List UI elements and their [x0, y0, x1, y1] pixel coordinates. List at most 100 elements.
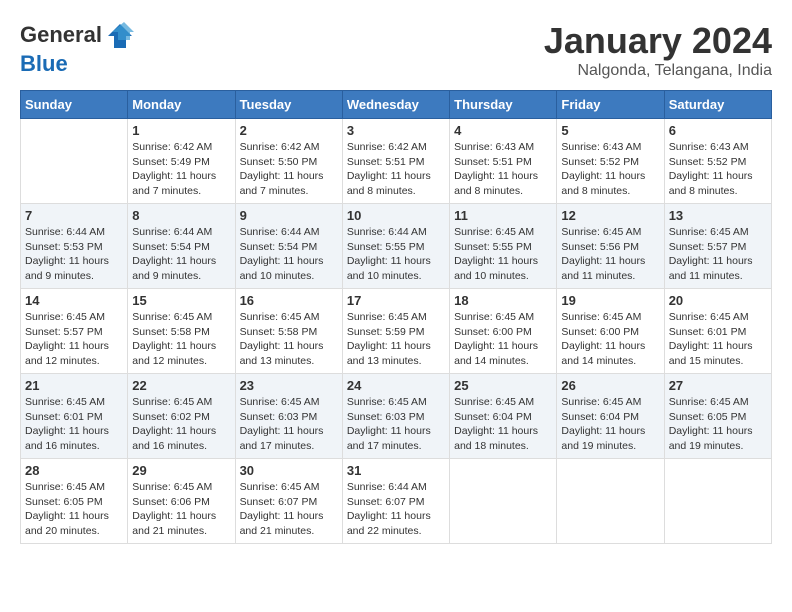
header-day-saturday: Saturday	[664, 91, 771, 119]
day-detail: Sunrise: 6:42 AM Sunset: 5:51 PM Dayligh…	[347, 140, 445, 199]
day-number: 5	[561, 123, 659, 138]
calendar-cell	[664, 459, 771, 544]
day-detail: Sunrise: 6:45 AM Sunset: 5:58 PM Dayligh…	[240, 310, 338, 369]
calendar-body: 1Sunrise: 6:42 AM Sunset: 5:49 PM Daylig…	[21, 119, 772, 544]
calendar-table: SundayMondayTuesdayWednesdayThursdayFrid…	[20, 90, 772, 544]
header-day-thursday: Thursday	[450, 91, 557, 119]
day-detail: Sunrise: 6:42 AM Sunset: 5:49 PM Dayligh…	[132, 140, 230, 199]
calendar-cell: 30 Sunrise: 6:45 AM Sunset: 6:07 PM Dayli…	[235, 459, 342, 544]
calendar-cell: 27 Sunrise: 6:45 AM Sunset: 6:05 PM Dayli…	[664, 374, 771, 459]
day-detail: Sunrise: 6:45 AM Sunset: 6:07 PM Dayligh…	[240, 480, 338, 539]
day-number: 22	[132, 378, 230, 393]
day-detail: Sunrise: 6:45 AM Sunset: 5:55 PM Dayligh…	[454, 225, 552, 284]
day-number: 31	[347, 463, 445, 478]
calendar-cell: 20 Sunrise: 6:45 AM Sunset: 6:01 PM Dayli…	[664, 289, 771, 374]
day-detail: Sunrise: 6:45 AM Sunset: 6:01 PM Dayligh…	[25, 395, 123, 454]
day-detail: Sunrise: 6:44 AM Sunset: 5:54 PM Dayligh…	[240, 225, 338, 284]
logo-icon	[104, 20, 136, 52]
day-detail: Sunrise: 6:45 AM Sunset: 6:03 PM Dayligh…	[347, 395, 445, 454]
calendar-cell: 21 Sunrise: 6:45 AM Sunset: 6:01 PM Dayli…	[21, 374, 128, 459]
calendar-cell: 11 Sunrise: 6:45 AM Sunset: 5:55 PM Dayli…	[450, 204, 557, 289]
title-block: January 2024 Nalgonda, Telangana, India	[544, 20, 772, 80]
day-number: 18	[454, 293, 552, 308]
day-number: 16	[240, 293, 338, 308]
header-day-tuesday: Tuesday	[235, 91, 342, 119]
day-number: 24	[347, 378, 445, 393]
day-number: 26	[561, 378, 659, 393]
day-number: 25	[454, 378, 552, 393]
calendar-cell	[450, 459, 557, 544]
day-number: 27	[669, 378, 767, 393]
day-number: 21	[25, 378, 123, 393]
calendar-cell: 29 Sunrise: 6:45 AM Sunset: 6:06 PM Dayli…	[128, 459, 235, 544]
day-detail: Sunrise: 6:45 AM Sunset: 6:00 PM Dayligh…	[454, 310, 552, 369]
day-detail: Sunrise: 6:42 AM Sunset: 5:50 PM Dayligh…	[240, 140, 338, 199]
day-number: 10	[347, 208, 445, 223]
location-title: Nalgonda, Telangana, India	[544, 62, 772, 80]
header-row: SundayMondayTuesdayWednesdayThursdayFrid…	[21, 91, 772, 119]
day-number: 14	[25, 293, 123, 308]
day-number: 12	[561, 208, 659, 223]
calendar-cell: 3 Sunrise: 6:42 AM Sunset: 5:51 PM Daylig…	[342, 119, 449, 204]
page-header: General Blue January 2024 Nalgonda, Tela…	[20, 20, 772, 80]
calendar-cell: 10Sunrise: 6:44 AM Sunset: 5:55 PM Dayli…	[342, 204, 449, 289]
calendar-cell: 28Sunrise: 6:45 AM Sunset: 6:05 PM Dayli…	[21, 459, 128, 544]
day-detail: Sunrise: 6:45 AM Sunset: 5:58 PM Dayligh…	[132, 310, 230, 369]
day-detail: Sunrise: 6:45 AM Sunset: 6:06 PM Dayligh…	[132, 480, 230, 539]
calendar-cell: 24 Sunrise: 6:45 AM Sunset: 6:03 PM Dayli…	[342, 374, 449, 459]
day-number: 29	[132, 463, 230, 478]
day-number: 19	[561, 293, 659, 308]
day-number: 4	[454, 123, 552, 138]
day-detail: Sunrise: 6:45 AM Sunset: 6:00 PM Dayligh…	[561, 310, 659, 369]
calendar-cell	[557, 459, 664, 544]
day-number: 23	[240, 378, 338, 393]
day-number: 11	[454, 208, 552, 223]
calendar-cell: 9Sunrise: 6:44 AM Sunset: 5:54 PM Daylig…	[235, 204, 342, 289]
calendar-cell: 19 Sunrise: 6:45 AM Sunset: 6:00 PM Dayli…	[557, 289, 664, 374]
day-detail: Sunrise: 6:43 AM Sunset: 5:52 PM Dayligh…	[669, 140, 767, 199]
day-detail: Sunrise: 6:45 AM Sunset: 6:02 PM Dayligh…	[132, 395, 230, 454]
day-detail: Sunrise: 6:43 AM Sunset: 5:52 PM Dayligh…	[561, 140, 659, 199]
day-number: 3	[347, 123, 445, 138]
calendar-header: SundayMondayTuesdayWednesdayThursdayFrid…	[21, 91, 772, 119]
calendar-cell: 8 Sunrise: 6:44 AM Sunset: 5:54 PM Daylig…	[128, 204, 235, 289]
logo-general: General	[20, 22, 102, 47]
day-detail: Sunrise: 6:45 AM Sunset: 6:05 PM Dayligh…	[669, 395, 767, 454]
header-day-friday: Friday	[557, 91, 664, 119]
day-detail: Sunrise: 6:45 AM Sunset: 5:57 PM Dayligh…	[669, 225, 767, 284]
calendar-cell: 17 Sunrise: 6:45 AM Sunset: 5:59 PM Dayli…	[342, 289, 449, 374]
day-number: 2	[240, 123, 338, 138]
day-detail: Sunrise: 6:45 AM Sunset: 6:04 PM Dayligh…	[561, 395, 659, 454]
day-number: 7	[25, 208, 123, 223]
calendar-cell: 6Sunrise: 6:43 AM Sunset: 5:52 PM Daylig…	[664, 119, 771, 204]
day-number: 20	[669, 293, 767, 308]
calendar-cell: 13 Sunrise: 6:45 AM Sunset: 5:57 PM Dayli…	[664, 204, 771, 289]
day-detail: Sunrise: 6:45 AM Sunset: 6:03 PM Dayligh…	[240, 395, 338, 454]
day-number: 8	[132, 208, 230, 223]
logo: General Blue	[20, 20, 138, 76]
day-detail: Sunrise: 6:44 AM Sunset: 5:53 PM Dayligh…	[25, 225, 123, 284]
day-number: 15	[132, 293, 230, 308]
calendar-cell: 18 Sunrise: 6:45 AM Sunset: 6:00 PM Dayli…	[450, 289, 557, 374]
week-row-5: 28Sunrise: 6:45 AM Sunset: 6:05 PM Dayli…	[21, 459, 772, 544]
calendar-cell: 12 Sunrise: 6:45 AM Sunset: 5:56 PM Dayli…	[557, 204, 664, 289]
day-number: 30	[240, 463, 338, 478]
week-row-2: 7 Sunrise: 6:44 AM Sunset: 5:53 PM Daylig…	[21, 204, 772, 289]
header-day-sunday: Sunday	[21, 91, 128, 119]
day-detail: Sunrise: 6:44 AM Sunset: 5:54 PM Dayligh…	[132, 225, 230, 284]
calendar-cell: 14Sunrise: 6:45 AM Sunset: 5:57 PM Dayli…	[21, 289, 128, 374]
logo-blue: Blue	[20, 51, 68, 76]
day-detail: Sunrise: 6:45 AM Sunset: 6:04 PM Dayligh…	[454, 395, 552, 454]
day-detail: Sunrise: 6:45 AM Sunset: 5:59 PM Dayligh…	[347, 310, 445, 369]
day-number: 13	[669, 208, 767, 223]
calendar-cell: 16 Sunrise: 6:45 AM Sunset: 5:58 PM Dayli…	[235, 289, 342, 374]
day-detail: Sunrise: 6:45 AM Sunset: 5:56 PM Dayligh…	[561, 225, 659, 284]
calendar-cell: 22 Sunrise: 6:45 AM Sunset: 6:02 PM Dayli…	[128, 374, 235, 459]
calendar-cell: 26 Sunrise: 6:45 AM Sunset: 6:04 PM Dayli…	[557, 374, 664, 459]
calendar-cell: 5 Sunrise: 6:43 AM Sunset: 5:52 PM Daylig…	[557, 119, 664, 204]
calendar-cell: 15 Sunrise: 6:45 AM Sunset: 5:58 PM Dayli…	[128, 289, 235, 374]
calendar-cell: 23 Sunrise: 6:45 AM Sunset: 6:03 PM Dayli…	[235, 374, 342, 459]
day-number: 17	[347, 293, 445, 308]
day-detail: Sunrise: 6:43 AM Sunset: 5:51 PM Dayligh…	[454, 140, 552, 199]
day-detail: Sunrise: 6:45 AM Sunset: 6:01 PM Dayligh…	[669, 310, 767, 369]
